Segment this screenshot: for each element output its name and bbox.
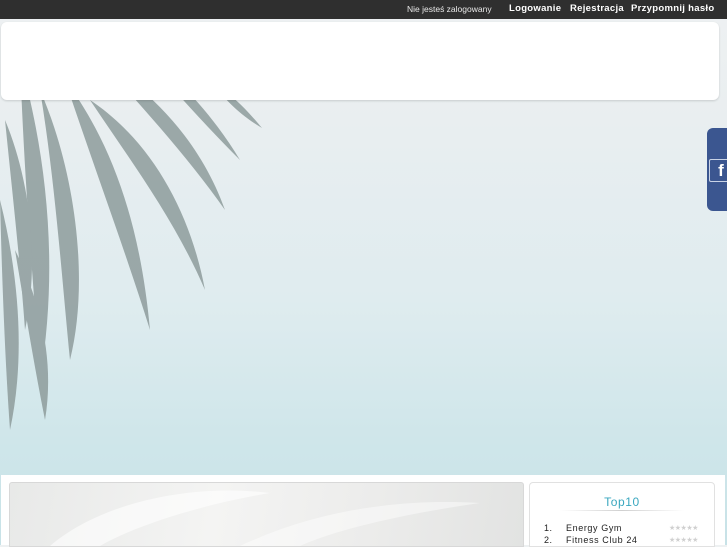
top10-title: Top10 xyxy=(604,495,640,509)
login-status: Nie jesteś zalogowany xyxy=(407,4,492,14)
gym-name[interactable]: Fitness Club 24 xyxy=(566,535,638,545)
rank-number: 1. xyxy=(544,523,553,533)
register-link[interactable]: Rejestracja xyxy=(570,3,624,14)
list-item[interactable]: 1. Energy Gym ★★★★★ xyxy=(530,523,714,535)
login-link[interactable]: Logowanie xyxy=(509,3,561,14)
top10-panel: Top10 1. Energy Gym ★★★★★ 2. Fitness Clu… xyxy=(529,482,715,547)
gym-name[interactable]: Energy Gym xyxy=(566,523,622,533)
featured-slider[interactable] xyxy=(9,482,524,547)
facebook-icon[interactable]: f xyxy=(709,159,727,182)
rank-number: 2. xyxy=(544,535,553,545)
rating-stars-icon: ★★★★★ xyxy=(669,537,698,544)
list-item[interactable]: 2. Fitness Club 24 ★★★★★ xyxy=(530,535,714,547)
header-panel xyxy=(1,22,719,100)
rating-stars-icon: ★★★★★ xyxy=(669,525,698,532)
slider-light-decoration xyxy=(50,490,480,546)
facebook-tab[interactable]: f xyxy=(707,128,727,211)
top10-divider xyxy=(560,510,684,511)
remind-password-link[interactable]: Przypomnij hasło xyxy=(631,3,714,14)
